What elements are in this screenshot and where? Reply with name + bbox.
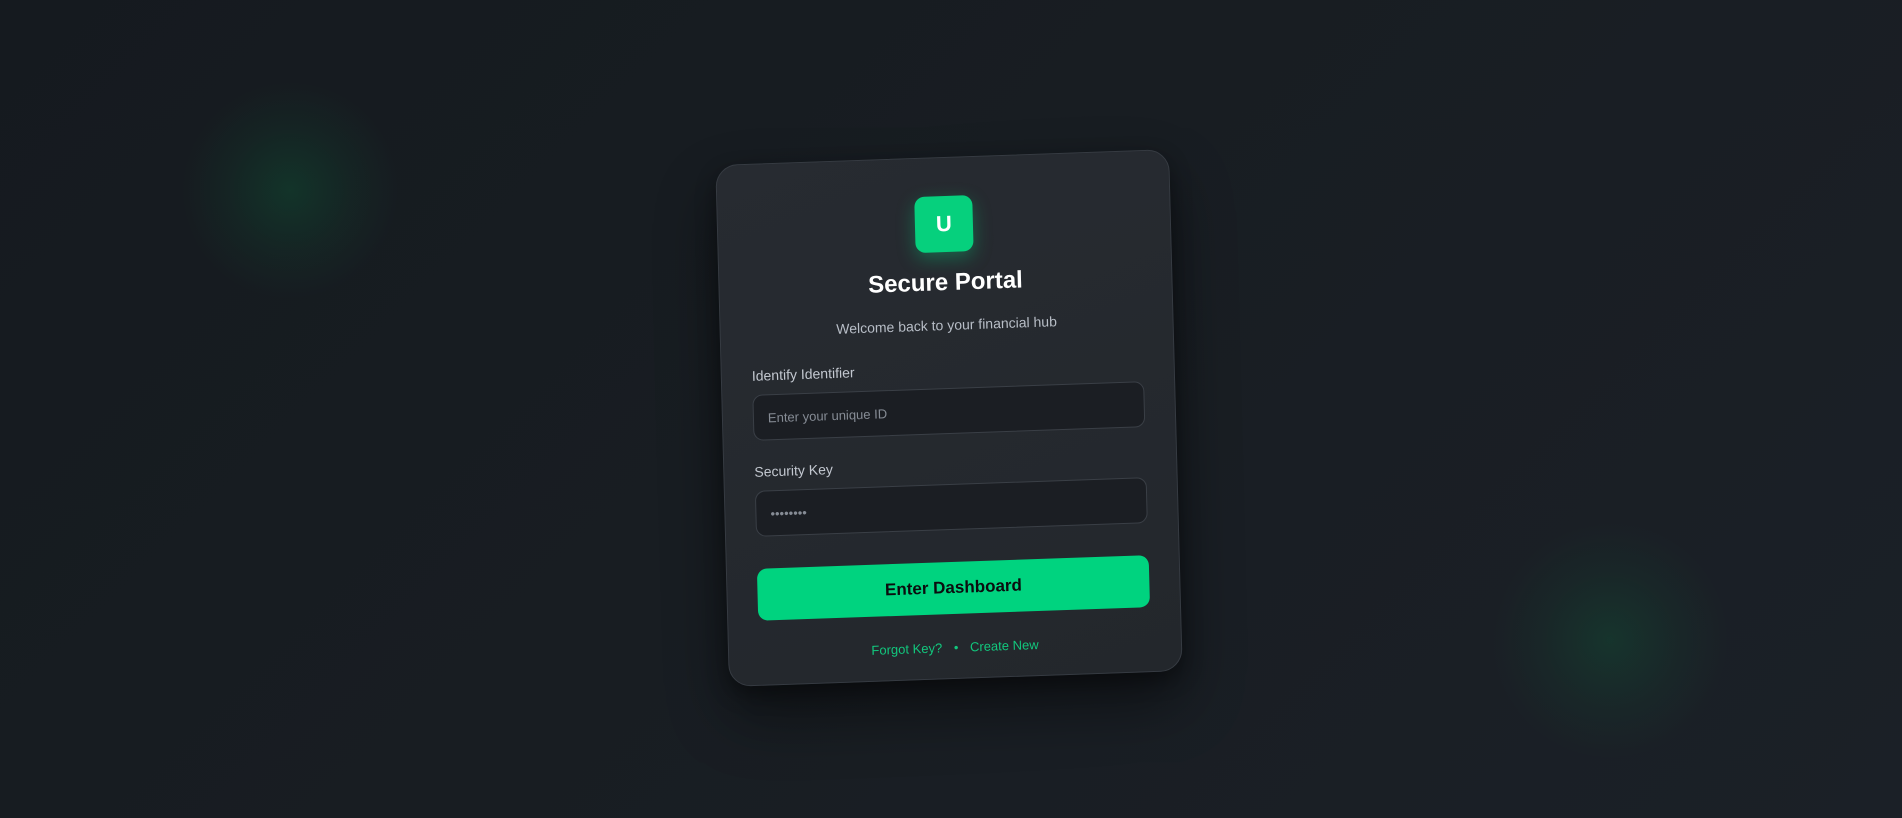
forgot-key-link[interactable]: Forgot Key? <box>871 640 942 657</box>
security-key-input[interactable] <box>754 477 1148 537</box>
identifier-input[interactable] <box>752 381 1146 441</box>
page-subtitle: Welcome back to your financial hub <box>836 313 1058 337</box>
link-separator: • <box>953 639 959 655</box>
login-card: U Secure Portal Welcome back to your fin… <box>715 149 1183 687</box>
background-glow <box>180 80 400 300</box>
identifier-field-group: Identify Identifier <box>752 353 1146 441</box>
security-key-field-group: Security Key <box>754 449 1148 537</box>
create-new-link[interactable]: Create New <box>970 637 1039 654</box>
security-key-label: Security Key <box>754 461 834 480</box>
brand-logo-icon: U <box>914 195 974 254</box>
identifier-label: Identify Identifier <box>751 364 855 384</box>
auth-links: Forgot Key? • Create New <box>759 633 1151 663</box>
page-title: Secure Portal <box>867 266 1024 299</box>
enter-dashboard-button[interactable]: Enter Dashboard <box>756 555 1151 621</box>
background-glow <box>1490 520 1730 760</box>
